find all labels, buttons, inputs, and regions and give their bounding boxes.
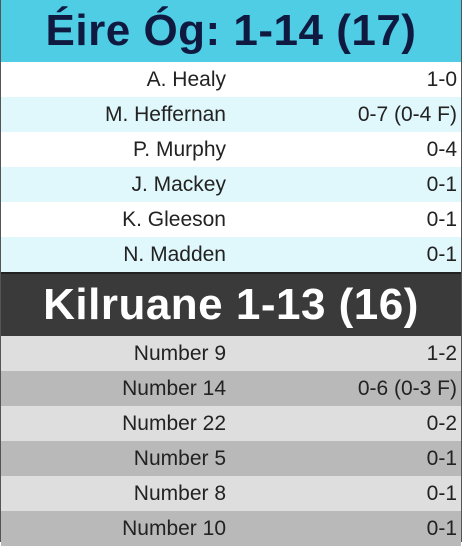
scorer-score: 0-1: [426, 481, 457, 505]
scorer-score: 0-1: [426, 446, 457, 470]
scorer-score: 0-2: [426, 411, 457, 435]
scorer-score: 1-0: [426, 67, 457, 91]
scorer-row: Number 8 0-1: [1, 476, 461, 511]
scorer-score: 0-1: [426, 207, 457, 231]
scorer-row: P. Murphy 0-4: [1, 132, 461, 167]
scorer-name: A. Healy: [146, 67, 226, 91]
scorer-score: 0-1: [426, 172, 457, 196]
scorer-score: 0-1: [426, 242, 457, 266]
scorer-score: 0-4: [426, 137, 457, 161]
scorer-row: Number 9 1-2: [1, 336, 461, 371]
away-team-header: Kilruane 1-13 (16): [1, 272, 461, 336]
scorer-name: Number 22: [122, 411, 226, 435]
home-scorers-list: A. Healy 1-0 M. Heffernan 0-7 (0-4 F) P.…: [1, 62, 461, 272]
scorer-row: J. Mackey 0-1: [1, 167, 461, 202]
scorer-row: K. Gleeson 0-1: [1, 202, 461, 237]
scorer-name: J. Mackey: [131, 172, 226, 196]
scorer-name: K. Gleeson: [122, 207, 226, 231]
scorer-row: M. Heffernan 0-7 (0-4 F): [1, 97, 461, 132]
scorer-row: Number 14 0-6 (0-3 F): [1, 371, 461, 406]
scoreboard: Éire Óg: 1-14 (17) A. Healy 1-0 M. Heffe…: [0, 0, 462, 546]
scorer-name: N. Madden: [123, 242, 226, 266]
scorer-name: P. Murphy: [133, 137, 226, 161]
scorer-score: 0-1: [426, 516, 457, 540]
scorer-name: Number 9: [133, 341, 226, 365]
scorer-row: Number 22 0-2: [1, 406, 461, 441]
scorer-row: Number 5 0-1: [1, 441, 461, 476]
scorer-score: 1-2: [426, 341, 457, 365]
scorer-name: Number 10: [122, 516, 226, 540]
scorer-row: A. Healy 1-0: [1, 62, 461, 97]
home-team-header: Éire Óg: 1-14 (17): [1, 0, 461, 62]
scorer-row: N. Madden 0-1: [1, 237, 461, 272]
scorer-score: 0-6 (0-3 F): [357, 376, 457, 400]
scorer-name: Number 5: [133, 446, 226, 470]
scorer-score: 0-7 (0-4 F): [357, 102, 457, 126]
scorer-name: Number 14: [122, 376, 226, 400]
scorer-name: Number 8: [133, 481, 226, 505]
away-scorers-list: Number 9 1-2 Number 14 0-6 (0-3 F) Numbe…: [1, 336, 461, 546]
scorer-row: Number 10 0-1: [1, 511, 461, 546]
scorer-name: M. Heffernan: [104, 102, 226, 126]
